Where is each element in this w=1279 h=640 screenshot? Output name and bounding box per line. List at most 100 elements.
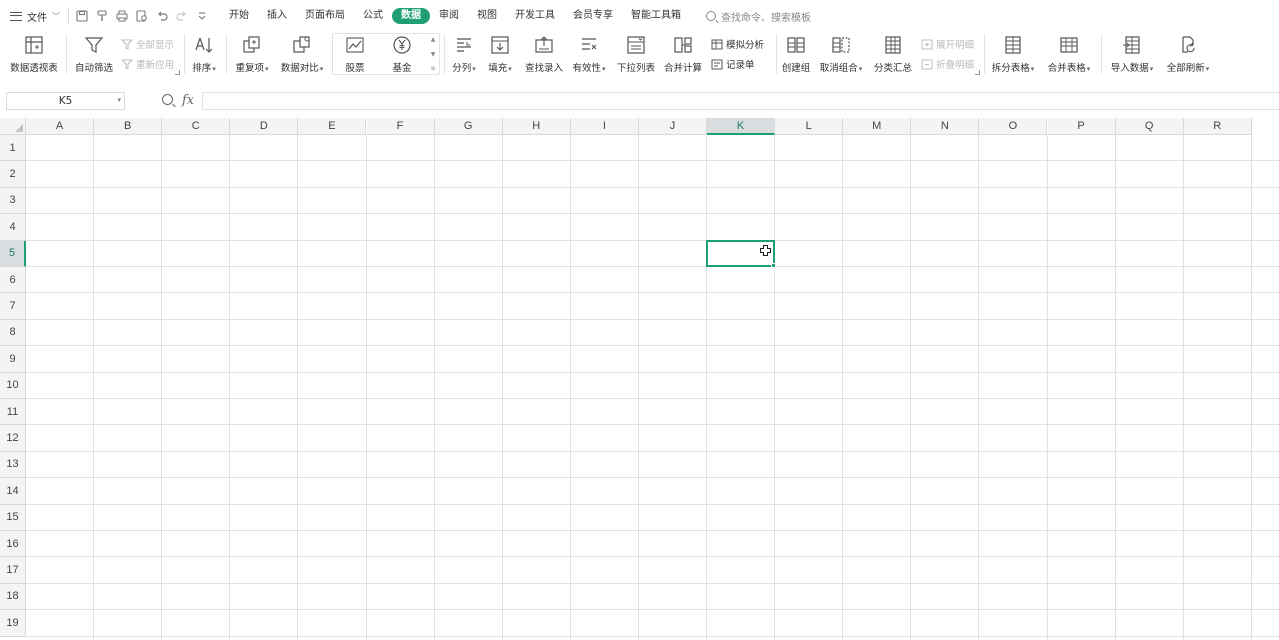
subtotal-icon xyxy=(882,34,904,56)
undo-icon[interactable] xyxy=(154,8,170,24)
consolidate-button[interactable]: 合并计算 xyxy=(663,32,703,74)
pivot-table-button[interactable]: 数据透视表 xyxy=(8,32,60,74)
column-header-b[interactable]: B xyxy=(94,118,163,135)
sort-button[interactable]: 排序 xyxy=(189,32,219,74)
validity-button[interactable]: 有效性 xyxy=(571,32,607,74)
row-header-6[interactable]: 6 xyxy=(0,267,26,294)
chevron-up-icon[interactable]: ▲ xyxy=(431,36,436,43)
fund-button[interactable]: 基金 xyxy=(387,32,417,74)
gridline xyxy=(1114,135,1116,640)
duplicates-button[interactable]: 重复项 xyxy=(233,32,271,74)
reapply-button[interactable]: 重新应用 xyxy=(120,57,174,71)
column-header-d[interactable]: D xyxy=(230,118,299,135)
what-if-button[interactable]: 模拟分析 xyxy=(710,37,764,51)
row-header-2[interactable]: 2 xyxy=(0,161,26,188)
gallery-expand-icon[interactable]: ≡ xyxy=(430,65,435,72)
row-header-15[interactable]: 15 xyxy=(0,504,26,531)
row-header-7[interactable]: 7 xyxy=(0,293,26,320)
column-header-m[interactable]: M xyxy=(843,118,912,135)
filter-group-launcher[interactable] xyxy=(175,70,180,75)
stock-button[interactable]: 股票 xyxy=(340,32,370,74)
select-all-button[interactable] xyxy=(0,118,26,135)
tab-member[interactable]: 会员专享 xyxy=(564,8,622,24)
column-header-c[interactable]: C xyxy=(162,118,231,135)
gallery-scroll[interactable]: ▲ ▼ ≡ xyxy=(428,36,438,72)
row-header-1[interactable]: 1 xyxy=(0,135,26,162)
outline-group-launcher[interactable] xyxy=(975,70,980,75)
tab-developer[interactable]: 开发工具 xyxy=(506,8,564,24)
column-header-n[interactable]: N xyxy=(911,118,980,135)
row-header-8[interactable]: 8 xyxy=(0,319,26,347)
tab-smart-toolbox[interactable]: 智能工具箱 xyxy=(622,8,690,24)
save-icon[interactable] xyxy=(74,8,90,24)
zoom-formula-icon[interactable] xyxy=(162,94,173,105)
row-header-4[interactable]: 4 xyxy=(0,214,26,241)
dropdown-list-button[interactable]: 下拉列表 xyxy=(616,32,656,74)
row-header-5[interactable]: 5 xyxy=(0,240,26,267)
tab-page-layout[interactable]: 页面布局 xyxy=(296,8,354,24)
merge-table-button[interactable]: 合并表格 xyxy=(1046,32,1092,74)
row-header-16[interactable]: 16 xyxy=(0,531,26,558)
show-all-button[interactable]: 全部显示 xyxy=(120,37,174,51)
row-header-17[interactable]: 17 xyxy=(0,557,26,584)
column-header-a[interactable]: A xyxy=(26,118,95,135)
row-header-3[interactable]: 3 xyxy=(0,187,26,215)
split-table-button[interactable]: 拆分表格 xyxy=(990,32,1036,74)
find-entry-button[interactable]: 查找录入 xyxy=(523,32,565,74)
tab-insert[interactable]: 插入 xyxy=(258,8,296,24)
column-header-h[interactable]: H xyxy=(502,118,571,135)
refresh-all-button[interactable]: 全部刷新 xyxy=(1165,32,1211,74)
collapse-detail-button[interactable]: 折叠明细 xyxy=(920,57,974,71)
tab-home[interactable]: 开始 xyxy=(220,8,258,24)
row-header-11[interactable]: 11 xyxy=(0,399,26,426)
subtotal-button[interactable]: 分类汇总 xyxy=(873,32,913,74)
column-header-g[interactable]: G xyxy=(434,118,503,135)
column-header-l[interactable]: L xyxy=(775,118,844,135)
file-menu-button[interactable]: 文件 ﹀ xyxy=(10,8,60,24)
chevron-down-icon[interactable]: ▾ xyxy=(117,96,121,104)
fill-handle[interactable] xyxy=(771,263,777,268)
tab-view[interactable]: 视图 xyxy=(468,8,506,24)
fill-button[interactable]: 填充 xyxy=(486,32,514,74)
column-header-f[interactable]: F xyxy=(366,118,435,135)
column-header-p[interactable]: P xyxy=(1047,118,1116,135)
row-header-10[interactable]: 10 xyxy=(0,372,26,399)
formula-input[interactable] xyxy=(202,92,1279,110)
tab-review[interactable]: 审阅 xyxy=(430,8,468,24)
print-icon[interactable] xyxy=(114,8,130,24)
format-painter-icon[interactable] xyxy=(94,8,110,24)
tab-data[interactable]: 数据 xyxy=(392,8,430,24)
row-header-13[interactable]: 13 xyxy=(0,451,26,479)
row-header-9[interactable]: 9 xyxy=(0,346,26,373)
ungroup-button[interactable]: 取消组合 xyxy=(819,32,863,74)
function-icon[interactable]: fx xyxy=(182,93,194,108)
command-search[interactable]: 查找命令、搜索模板 xyxy=(706,8,811,24)
row-header-18[interactable]: 18 xyxy=(0,583,26,611)
chevron-down-icon[interactable]: ▼ xyxy=(431,51,436,58)
name-box[interactable]: K5 ▾ xyxy=(6,92,125,110)
worksheet-grid[interactable]: ABCDEFGHIJKLMNOPQR 1 2 3 4 5 6 7 8 9 10 11 12 13 14 15… xyxy=(0,118,1279,640)
more-icon[interactable] xyxy=(194,8,210,24)
column-header-j[interactable]: J xyxy=(638,118,707,135)
column-header-o[interactable]: O xyxy=(979,118,1048,135)
record-form-button[interactable]: 记录单 xyxy=(710,57,755,71)
find-entry-icon xyxy=(533,34,555,56)
gridline xyxy=(26,477,1279,479)
expand-detail-button[interactable]: 展开明细 xyxy=(920,37,974,51)
column-header-e[interactable]: E xyxy=(298,118,367,135)
print-preview-icon[interactable] xyxy=(134,8,150,24)
row-header-14[interactable]: 14 xyxy=(0,478,26,505)
tab-formulas[interactable]: 公式 xyxy=(354,8,392,24)
row-header-19[interactable]: 19 xyxy=(0,610,26,637)
column-header-i[interactable]: I xyxy=(570,118,639,135)
autofilter-button[interactable]: 自动筛选 xyxy=(72,32,116,74)
column-header-q[interactable]: Q xyxy=(1115,118,1184,135)
redo-icon[interactable] xyxy=(174,8,190,24)
split-column-button[interactable]: 分列 xyxy=(450,32,478,74)
import-data-button[interactable]: 导入数据 xyxy=(1108,32,1156,74)
data-compare-button[interactable]: 数据对比 xyxy=(279,32,325,74)
create-group-button[interactable]: 创建组 xyxy=(780,32,812,74)
column-header-r[interactable]: R xyxy=(1183,118,1252,135)
row-header-12[interactable]: 12 xyxy=(0,425,26,452)
column-header-k[interactable]: K xyxy=(707,118,776,135)
